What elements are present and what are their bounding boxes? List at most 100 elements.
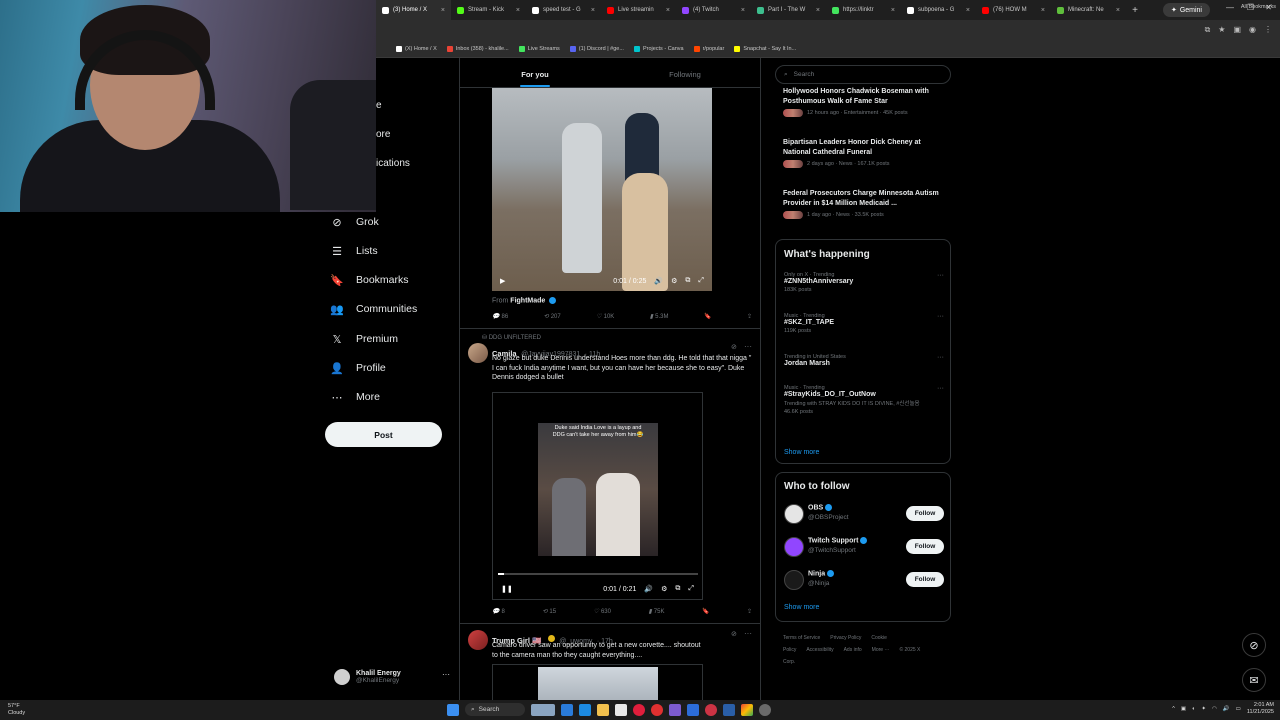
tweet-video[interactable]: ▶ 0:01 / 0:25 🔊 ⚙ ⧉ ⤢ (492, 88, 712, 291)
views-button[interactable]: ▮ 5.3M (650, 313, 669, 321)
news-item[interactable]: Federal Prosecutors Charge Minnesota Aut… (783, 189, 948, 219)
grok-icon[interactable]: ⊘ (1242, 633, 1266, 657)
settings-icon[interactable]: ⚙ (661, 585, 667, 593)
nav-notifications-partial[interactable]: ications (376, 158, 410, 169)
grok-icon[interactable]: ⊘ (731, 630, 737, 638)
close-tab-icon[interactable]: × (1041, 7, 1045, 14)
pip-icon[interactable]: ⧉ (675, 585, 680, 593)
browser-tab[interactable]: (4) Twitch × (676, 0, 751, 20)
close-tab-icon[interactable]: × (966, 7, 970, 14)
nav-item-premium[interactable]: 𝕏 Premium (330, 332, 398, 346)
nav-item-bookmarks[interactable]: 🔖 Bookmarks (330, 273, 408, 287)
profile-avatar-icon[interactable]: ◉ (1249, 25, 1256, 35)
play-icon[interactable]: ▶ (500, 277, 505, 285)
clock[interactable]: 2:01 AM 11/21/2025 (1247, 702, 1274, 716)
browser-tab[interactable]: subpoena - G × (901, 0, 976, 20)
follow-button[interactable]: Follow (906, 539, 944, 554)
edge-icon[interactable] (579, 703, 591, 716)
source-link[interactable]: FightMade (510, 297, 545, 304)
opera-icon[interactable] (633, 703, 645, 716)
follow-suggestion[interactable]: Twitch Support @TwitchSupport Follow (784, 535, 944, 559)
tweet-video[interactable]: Duke said India Love is a layup and DDG … (492, 392, 703, 600)
follow-suggestion[interactable]: Ninja @Ninja Follow (784, 568, 944, 592)
more-icon[interactable]: ··· (744, 629, 752, 638)
bookmark-item[interactable]: (X) Home / X (396, 46, 437, 52)
widgets-icon[interactable] (531, 703, 555, 716)
settings-icon[interactable]: ⚙ (671, 277, 677, 285)
app-icon[interactable] (669, 703, 681, 716)
star-icon[interactable]: ★ (1218, 25, 1225, 35)
app-icon[interactable] (705, 703, 717, 716)
repost-button[interactable]: ⟲ 15 (542, 608, 556, 616)
post-button[interactable]: Post (325, 422, 442, 447)
like-button[interactable]: ♡ 10K (596, 313, 614, 321)
browser-tab[interactable]: Stream - Kick × (451, 0, 526, 20)
nav-item-profile[interactable]: 👤 Profile (330, 361, 386, 375)
bookmark-item[interactable]: Projects - Canva (633, 46, 684, 52)
repost-button[interactable]: ⟲ 207 (544, 313, 561, 321)
account-switcher[interactable]: Khalil Energy @KhalilEnergy ··· (334, 664, 452, 690)
app-icon[interactable] (651, 703, 663, 716)
tray-icon[interactable]: ✦ (1201, 706, 1206, 712)
news-item[interactable]: Hollywood Honors Chadwick Boseman with P… (783, 87, 948, 117)
new-tab-icon[interactable]: + (1126, 5, 1144, 16)
close-tab-icon[interactable]: × (741, 7, 745, 14)
settings-icon[interactable] (759, 703, 771, 716)
trend-item[interactable]: Music · Trending #SKZ_IT_TAPE 119K posts ··… (784, 313, 944, 334)
app-icon[interactable] (687, 703, 699, 716)
install-icon[interactable]: ⧉ (1205, 25, 1211, 35)
bookmark-item[interactable]: Live Streams (518, 46, 560, 52)
more-icon[interactable]: ··· (442, 670, 450, 679)
nav-item-grok[interactable]: ⊘ Grok (330, 215, 378, 229)
browser-tab[interactable]: Live streamin × (601, 0, 676, 20)
file-explorer-icon[interactable] (597, 703, 609, 716)
tab-for-you[interactable]: For you (460, 58, 610, 87)
close-tab-icon[interactable]: × (516, 7, 520, 14)
browser-tab[interactable]: Minecraft: Ne × (1051, 0, 1126, 20)
volume-icon[interactable]: 🔊 (1223, 706, 1230, 712)
tray-icon[interactable]: ▣ (1181, 706, 1186, 712)
bookmark-item[interactable]: (1) Discord | #ge... (569, 46, 624, 52)
trend-item[interactable]: Trending in United States Jordan Marsh ··· (784, 354, 944, 367)
more-icon[interactable]: ··· (937, 385, 944, 392)
weather-widget[interactable]: 57°F Cloudy (8, 703, 25, 716)
close-tab-icon[interactable]: × (666, 7, 670, 14)
browser-tab[interactable]: https://linktr × (826, 0, 901, 20)
pause-icon[interactable]: ❚❚ (501, 585, 513, 593)
footer-link[interactable]: Privacy Policy (830, 635, 861, 641)
copilot-icon[interactable] (561, 703, 573, 716)
close-tab-icon[interactable]: × (441, 7, 445, 14)
fullscreen-icon[interactable]: ⤢ (698, 277, 704, 285)
bookmark-item[interactable]: Inbox (358) - khalile... (446, 46, 509, 52)
messages-icon[interactable]: ✉ (1242, 668, 1266, 692)
address-bar[interactable]: ⧉ ★ ▣ ◉ ⋮ (376, 20, 1280, 41)
battery-icon[interactable]: ▭ (1236, 706, 1241, 712)
bookmark-icon[interactable]: 🔖 (702, 608, 709, 615)
store-icon[interactable] (615, 703, 627, 716)
volume-icon[interactable]: 🔊 (654, 277, 663, 285)
chrome-icon[interactable] (741, 703, 753, 716)
search-input[interactable]: ⌕ Search (775, 65, 951, 84)
share-icon[interactable]: ⇪ (747, 313, 752, 320)
like-button[interactable]: ♡ 630 (594, 608, 611, 616)
gemini-button[interactable]: ✦ Gemini (1162, 3, 1210, 17)
tray-icon[interactable]: ◐ (1192, 706, 1195, 712)
footer-link[interactable]: More ··· (872, 647, 890, 653)
footer-link[interactable]: Ads info (844, 647, 862, 653)
wifi-icon[interactable]: ◠ (1212, 706, 1217, 712)
progress-track[interactable] (498, 573, 698, 575)
follow-button[interactable]: Follow (906, 506, 944, 521)
browser-tab[interactable]: (76) HOW M × (976, 0, 1051, 20)
reply-button[interactable]: 💬 86 (492, 313, 508, 321)
nav-item-more[interactable]: ⋯ More (330, 390, 380, 404)
avatar[interactable] (468, 630, 488, 650)
show-more-link[interactable]: Show more (784, 449, 819, 456)
tweet-video[interactable] (492, 664, 703, 700)
close-tab-icon[interactable]: × (816, 7, 820, 14)
close-tab-icon[interactable]: × (1116, 7, 1120, 14)
nav-item-lists[interactable]: ☰ Lists (330, 244, 378, 258)
taskbar-search[interactable]: ⌕ Search (465, 703, 525, 716)
grok-icon[interactable]: ⊘ (731, 343, 737, 351)
bookmark-item[interactable]: r/popular (693, 46, 724, 52)
close-tab-icon[interactable]: × (891, 7, 895, 14)
